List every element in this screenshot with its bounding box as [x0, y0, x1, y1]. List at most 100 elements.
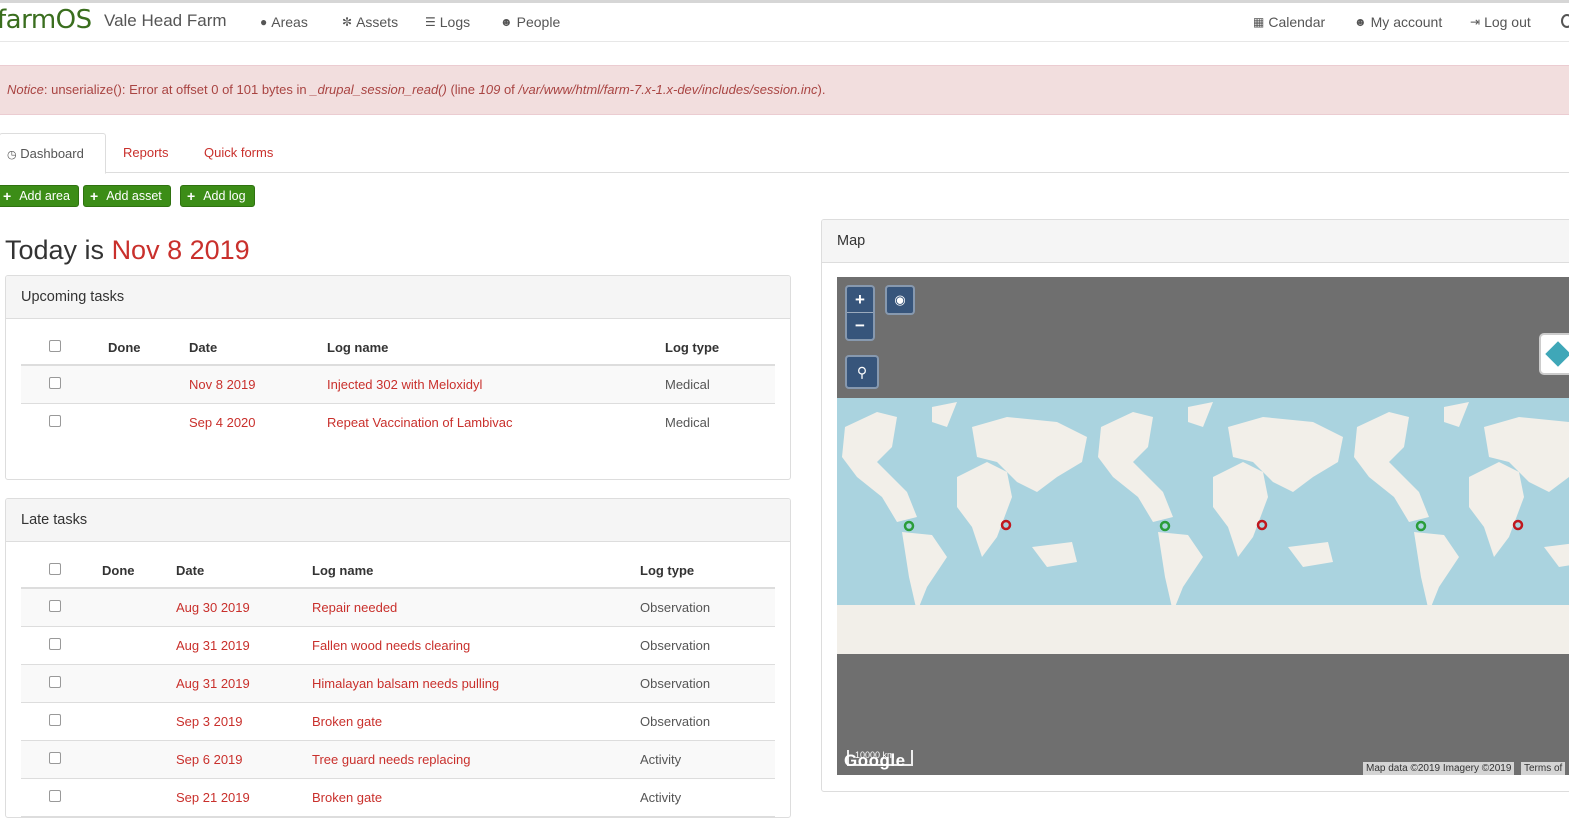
row-log-name[interactable]: Broken gate — [312, 778, 640, 817]
row-log-name[interactable]: Broken gate — [312, 702, 640, 741]
map-view[interactable]: + − ◉ ⚲ 10000 km Google Map data ©2019 I… — [837, 277, 1569, 775]
row-log-type: Observation — [640, 588, 775, 627]
column-date[interactable]: Date — [176, 551, 312, 589]
add-log-button[interactable]: + Add log — [180, 185, 255, 207]
notice-text-4: ). — [817, 82, 826, 97]
upcoming-tasks-table: Done Date Log name Log type Nov 8 2019 I… — [21, 328, 775, 441]
row-log-name[interactable]: Repeat Vaccination of Lambivac — [327, 403, 665, 441]
row-log-type: Observation — [640, 664, 775, 703]
table-row: Aug 30 2019 Repair needed Observation — [21, 588, 775, 627]
row-checkbox[interactable] — [49, 599, 61, 612]
nav-logout[interactable]: ⇥ Log out — [1470, 14, 1531, 30]
wheat-icon: ✼ — [342, 15, 353, 29]
column-log-name[interactable]: Log name — [327, 328, 665, 366]
row-log-name[interactable]: Repair needed — [312, 588, 640, 627]
column-log-type[interactable]: Log type — [640, 551, 775, 589]
column-log-type[interactable]: Log type — [665, 328, 775, 366]
table-header-row: Done Date Log name Log type — [21, 328, 775, 366]
tab-quick-forms[interactable]: Quick forms — [204, 133, 273, 173]
tab-reports[interactable]: Reports — [123, 133, 169, 173]
add-area-label: Add area — [19, 189, 70, 203]
row-date[interactable]: Sep 3 2019 — [176, 702, 312, 741]
row-date[interactable]: Sep 4 2020 — [189, 403, 327, 441]
logout-icon: ⇥ — [1470, 15, 1481, 29]
nav-areas[interactable]: ● Areas — [260, 14, 308, 30]
row-date[interactable]: Aug 31 2019 — [176, 626, 312, 665]
row-checkbox[interactable] — [49, 713, 61, 726]
column-log-name[interactable]: Log name — [312, 551, 640, 589]
map-attribution: Map data ©2019 Imagery ©2019 — [1363, 762, 1515, 775]
row-log-type: Observation — [640, 626, 775, 665]
antarctica — [837, 605, 1569, 654]
row-checkbox[interactable] — [49, 637, 61, 650]
plus-icon: + — [3, 188, 12, 204]
error-notice: Notice: unserialize(): Error at offset 0… — [0, 65, 1569, 115]
row-checkbox[interactable] — [49, 789, 61, 802]
nav-logs[interactable]: ☰ Logs — [425, 14, 470, 30]
zoom-controls: + − — [845, 285, 875, 341]
table-row: Sep 3 2019 Broken gate Observation — [21, 702, 775, 741]
globe-icon: ● — [260, 15, 268, 29]
table-row: Sep 21 2019 Broken gate Activity — [21, 778, 775, 817]
zoom-in-button[interactable]: + — [847, 287, 873, 313]
add-asset-button[interactable]: + Add asset — [83, 185, 171, 207]
column-date[interactable]: Date — [189, 328, 327, 366]
dashboard-icon: ◷ — [7, 149, 17, 161]
late-tasks-title: Late tasks — [6, 499, 790, 542]
table-header-row: Done Date Log name Log type — [21, 551, 775, 589]
calendar-icon: ▦ — [1253, 15, 1265, 29]
layer-switcher-button[interactable] — [1539, 333, 1569, 375]
row-log-name[interactable]: Tree guard needs replacing — [312, 740, 640, 779]
row-log-name[interactable]: Injected 302 with Meloxidyl — [327, 365, 665, 404]
nav-my-account[interactable]: ☻ My account — [1354, 14, 1442, 30]
row-date[interactable]: Aug 30 2019 — [176, 588, 312, 627]
upcoming-tasks-title: Upcoming tasks — [6, 276, 790, 319]
row-checkbox[interactable] — [49, 675, 61, 688]
zoom-out-button[interactable]: − — [847, 313, 873, 339]
geocoder-search-button[interactable]: ⚲ — [845, 355, 879, 389]
add-log-label: Add log — [203, 189, 246, 203]
world-map — [837, 398, 1569, 654]
farm-name[interactable]: Vale Head Farm — [104, 11, 227, 31]
add-asset-label: Add asset — [106, 189, 162, 203]
terms-link[interactable]: Terms of — [1521, 762, 1566, 775]
table-row: Sep 6 2019 Tree guard needs replacing Ac… — [21, 740, 775, 779]
plus-icon: + — [187, 188, 196, 204]
add-area-button[interactable]: + Add area — [0, 185, 79, 207]
help-icon[interactable] — [1561, 14, 1569, 28]
row-checkbox[interactable] — [49, 414, 61, 427]
row-date[interactable]: Sep 21 2019 — [176, 778, 312, 817]
person-icon: ☻ — [500, 15, 513, 29]
upcoming-tasks-panel: Upcoming tasks Done Date Log name Log ty… — [5, 275, 791, 480]
row-log-name[interactable]: Fallen wood needs clearing — [312, 626, 640, 665]
row-date[interactable]: Aug 31 2019 — [176, 664, 312, 703]
google-logo: Google — [844, 751, 906, 770]
row-checkbox[interactable] — [49, 751, 61, 764]
nav-assets[interactable]: ✼ Assets — [342, 14, 398, 30]
nav-people[interactable]: ☻ People — [500, 14, 560, 30]
row-log-type: Observation — [640, 702, 775, 741]
select-all-checkbox[interactable] — [49, 563, 61, 575]
nav-calendar[interactable]: ▦ Calendar — [1253, 14, 1325, 30]
search-icon: ⚲ — [856, 363, 868, 380]
column-done[interactable]: Done — [102, 551, 176, 589]
row-date[interactable]: Sep 6 2019 — [176, 740, 312, 779]
notice-line: 109 — [478, 82, 501, 97]
column-done[interactable]: Done — [108, 328, 189, 366]
geolocate-button[interactable]: ◉ — [885, 285, 915, 315]
brand-logo[interactable]: farmOS — [0, 5, 92, 35]
nav-my-account-label: My account — [1370, 14, 1443, 30]
row-checkbox[interactable] — [49, 376, 61, 389]
nav-logs-label: Logs — [439, 14, 471, 30]
select-all-checkbox[interactable] — [49, 340, 61, 352]
plus-icon: + — [90, 188, 99, 204]
notice-path: /var/www/html/farm-7.x-1.x-dev/includes/… — [518, 82, 818, 97]
nav-areas-label: Areas — [271, 14, 308, 30]
notice-text-2: (line — [446, 82, 479, 97]
row-log-name[interactable]: Himalayan balsam needs pulling — [312, 664, 640, 703]
row-date[interactable]: Nov 8 2019 — [189, 365, 327, 404]
row-log-type: Medical — [665, 365, 775, 404]
table-row: Aug 31 2019 Himalayan balsam needs pulli… — [21, 664, 775, 703]
tab-dashboard[interactable]: ◷ Dashboard — [0, 133, 106, 174]
notice-label: Notice — [7, 82, 44, 97]
